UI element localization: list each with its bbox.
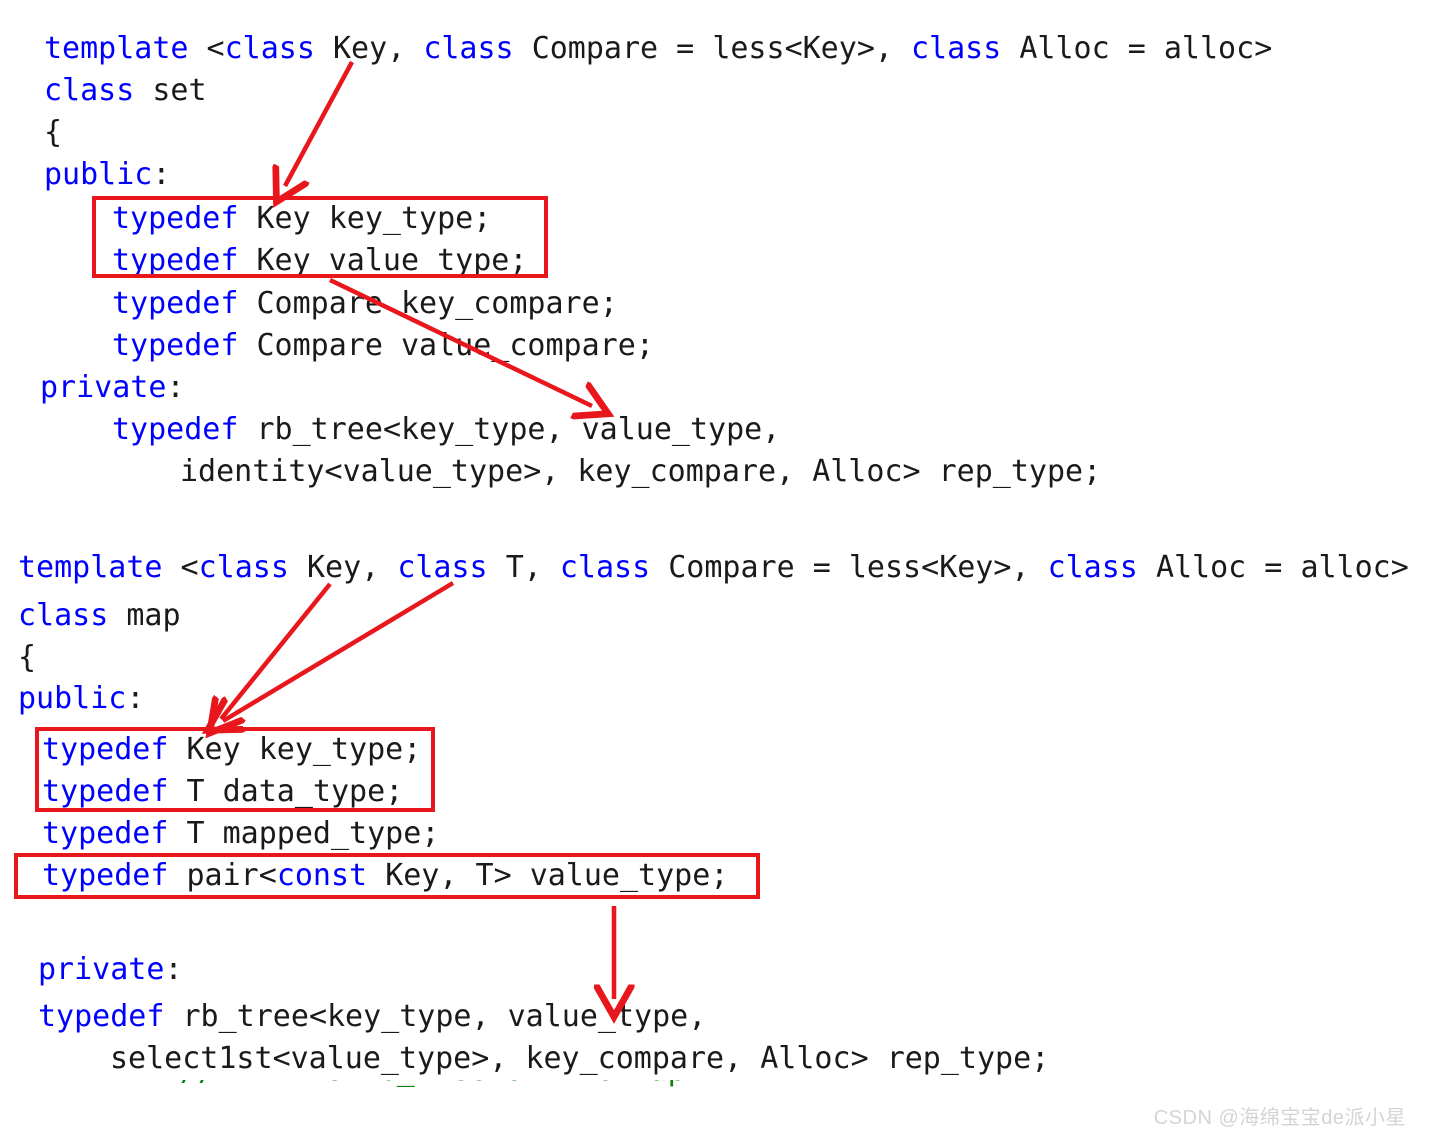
code-keyword: public	[18, 681, 127, 716]
code-keyword: typedef	[112, 201, 239, 236]
code-line-map-mapped-type: typedef T mapped_type;	[42, 816, 440, 851]
code-keyword: typedef	[112, 412, 239, 447]
code-keyword: class	[423, 31, 514, 66]
code-keyword: class	[18, 598, 109, 633]
code-line-set-rbtree-2: identity<value_type>, key_compare, Alloc…	[180, 454, 1102, 489]
code-keyword: typedef	[42, 858, 169, 893]
cut-off-code-line-clip: // in the rb_tree of the map	[0, 1080, 1430, 1094]
code-keyword: typedef	[42, 816, 169, 851]
code-line-cut-off: // in the rb_tree of the map	[180, 1080, 686, 1092]
code-keyword: typedef	[42, 774, 169, 809]
code-screenshot-page: template <class Key, class Compare = les…	[0, 0, 1430, 1140]
code-line-set-rbtree-1: typedef rb_tree<key_type, value_type,	[112, 412, 781, 447]
code-keyword: class	[911, 31, 1002, 66]
code-line-set-template: template <class Key, class Compare = les…	[44, 31, 1273, 66]
code-keyword: typedef	[112, 243, 239, 278]
code-line-map-open-brace: {	[18, 640, 37, 675]
code-text-layer: template <class Key, class Compare = les…	[0, 0, 1430, 1140]
code-line-set-value-compare: typedef Compare value_compare;	[112, 328, 654, 363]
code-line-set-private: private:	[40, 370, 185, 405]
code-line-map-key-type: typedef Key key_type;	[42, 732, 422, 767]
code-line-map-rbtree-2: select1st<value_type>, key_compare, Allo…	[110, 1041, 1050, 1076]
code-keyword: typedef	[112, 286, 239, 321]
csdn-watermark: CSDN @海绵宝宝de派小星	[1153, 1107, 1406, 1129]
code-line-set-class: class set	[44, 73, 207, 108]
code-keyword: template	[18, 550, 163, 585]
code-keyword: class	[1047, 550, 1138, 585]
code-keyword: private	[38, 952, 165, 987]
code-line-map-template: template <class Key, class T, class Comp…	[18, 550, 1409, 585]
code-line-set-open-brace: {	[44, 115, 63, 150]
code-line-map-class: class map	[18, 598, 181, 633]
code-line-set-key-type: typedef Key key_type;	[112, 201, 492, 236]
code-keyword: typedef	[38, 999, 165, 1034]
code-keyword: private	[40, 370, 167, 405]
code-keyword: const	[276, 858, 368, 893]
code-line-map-public: public:	[18, 681, 145, 716]
code-keyword: typedef	[112, 328, 239, 363]
code-line-map-private: private:	[38, 952, 183, 987]
code-keyword: class	[44, 73, 135, 108]
code-keyword: template	[44, 31, 189, 66]
code-line-set-key-compare: typedef Compare key_compare;	[112, 286, 618, 321]
code-keyword: public	[44, 157, 153, 192]
code-line-map-rbtree-1: typedef rb_tree<key_type, value_type,	[38, 999, 707, 1034]
code-line-map-value-type: typedef pair<const Key, T> value_type;	[42, 858, 729, 893]
code-line-set-value-type: typedef Key value_type;	[112, 243, 528, 278]
code-keyword: class	[559, 550, 651, 585]
code-keyword: class	[224, 31, 315, 66]
code-keyword: typedef	[42, 732, 169, 767]
code-line-set-public: public:	[44, 157, 171, 192]
code-keyword: class	[198, 550, 289, 585]
code-keyword: class	[397, 550, 488, 585]
code-line-map-data-type: typedef T data_type;	[42, 774, 404, 809]
